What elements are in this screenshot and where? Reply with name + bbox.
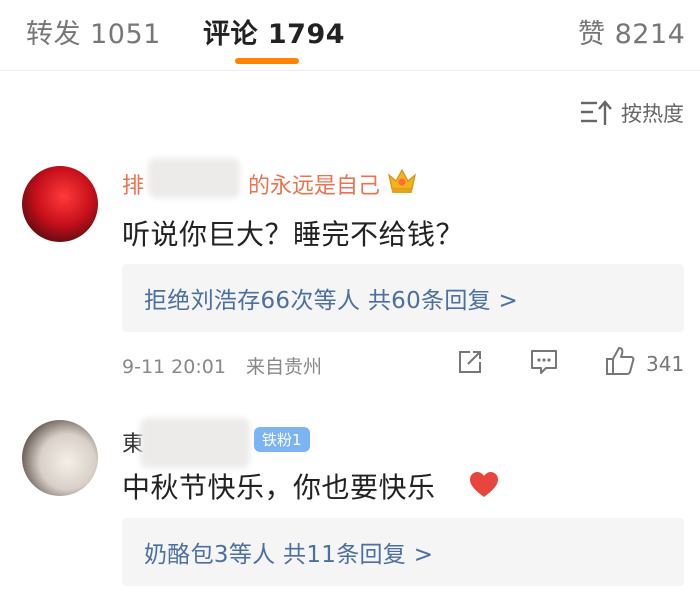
tab-comments[interactable]: 评论 1794: [203, 12, 345, 51]
tab-likes[interactable]: 赞 8214: [578, 12, 685, 51]
sort-button[interactable]: 按热度: [579, 98, 684, 128]
comment-location: 来自贵州: [246, 356, 323, 378]
repost-icon[interactable]: [456, 348, 484, 376]
heart-icon: [470, 472, 498, 497]
tab-bar: 转发 1051 评论 1794 赞 8214: [0, 0, 700, 71]
replies-summary: 拒绝刘浩存66次等人 共60条回复 >: [144, 288, 519, 314]
like-count: 341: [646, 352, 685, 376]
replies-preview[interactable]: 奶酪包3等人 共11条回复 >: [122, 518, 684, 586]
blurred-username-part: [140, 418, 250, 468]
replies-summary: 奶酪包3等人 共11条回复 >: [144, 542, 434, 568]
sort-label: 按热度: [621, 102, 684, 126]
replies-preview[interactable]: 拒绝刘浩存66次等人 共60条回复 >: [122, 264, 684, 332]
tab-reposts[interactable]: 转发 1051: [26, 12, 161, 51]
comment-text: 听说你巨大？睡完不给钱？: [122, 218, 465, 251]
username-suffix: 的永远是自己: [248, 174, 381, 199]
sort-icon: [581, 100, 612, 125]
active-tab-indicator: [235, 58, 299, 64]
avatar[interactable]: [22, 420, 98, 496]
comment-icon[interactable]: [529, 348, 559, 376]
comment-text: 中秋节快乐，你也要快乐: [122, 471, 436, 504]
fan-badge: 铁粉1: [254, 427, 310, 452]
like-icon[interactable]: [604, 345, 636, 377]
username-prefix: 排: [122, 174, 145, 199]
comment-meta: 9-11 20:01 来自贵州: [122, 352, 322, 379]
crown-icon: [388, 168, 416, 193]
comment-time: 9-11 20:01: [122, 356, 226, 378]
avatar[interactable]: [22, 166, 98, 242]
blurred-username-part: [148, 158, 240, 198]
